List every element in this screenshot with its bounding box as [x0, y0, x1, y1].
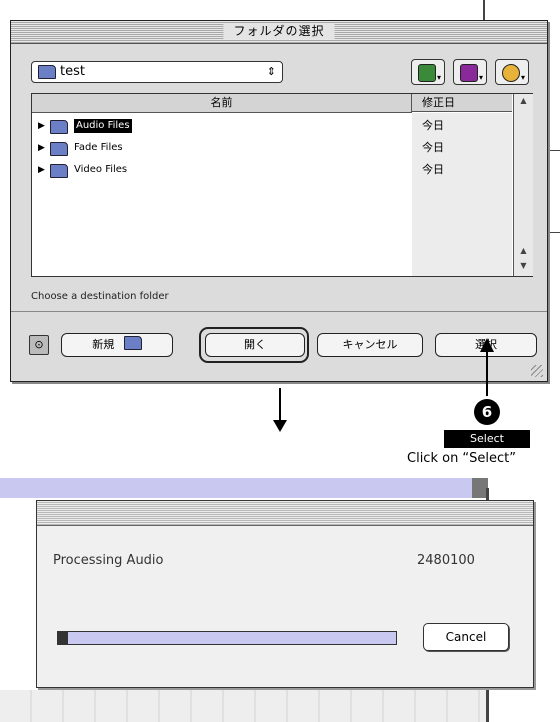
- location-value: test: [60, 64, 85, 79]
- chevron-down-icon: ▾: [520, 73, 525, 82]
- progress-fill: [58, 632, 68, 644]
- folder-icon: [50, 164, 68, 178]
- folder-icon: [38, 65, 56, 79]
- scroll-down-icon[interactable]: ▼: [514, 259, 533, 273]
- scroll-up-icon[interactable]: ▲: [514, 244, 533, 258]
- step-label: Select: [444, 430, 530, 448]
- folder-icon: [50, 120, 68, 134]
- popup-arrow-icon: ⇕: [266, 65, 276, 78]
- step-number: 6: [474, 399, 500, 425]
- background-window-band: [0, 478, 480, 498]
- open-button[interactable]: 開く: [205, 333, 305, 357]
- folder-icon: [123, 336, 142, 350]
- list-item-date: 今日: [422, 141, 444, 154]
- file-list: 名前 修正日 ▶ Audio Files 今日 ▶ Fade Files 今日 …: [31, 93, 533, 277]
- help-icon[interactable]: ⊙: [29, 335, 49, 355]
- disclosure-triangle-icon[interactable]: ▶: [38, 115, 45, 137]
- disclosure-triangle-icon[interactable]: ▶: [38, 137, 45, 159]
- list-item[interactable]: ▶ Video Files: [32, 159, 412, 181]
- list-item-date: 今日: [422, 119, 444, 132]
- instruction-text: Click on “Select”: [407, 451, 517, 466]
- scroll-up-icon[interactable]: ▲: [514, 94, 533, 108]
- dialog-title: フォルダの選択: [223, 23, 335, 39]
- new-folder-button[interactable]: 新規: [61, 333, 173, 357]
- pointer-arrow-icon: [480, 338, 494, 352]
- list-item-name: Video Files: [74, 164, 128, 175]
- desktop-button[interactable]: ▾: [411, 59, 445, 85]
- dialog-titlebar[interactable]: [37, 501, 533, 526]
- processing-dialog: Processing Audio 2480100 Cancel: [36, 500, 534, 688]
- column-header-name[interactable]: 名前: [32, 94, 412, 113]
- file-button[interactable]: ▾: [453, 59, 487, 85]
- down-arrow-icon: [279, 388, 281, 424]
- folder-select-dialog: フォルダの選択 test ⇕ ▾ ▾ ▾ 名前 修正日 ▶ Audio File…: [10, 20, 548, 382]
- column-header-date[interactable]: 修正日: [412, 94, 512, 112]
- file-icon: [460, 64, 478, 82]
- recent-button[interactable]: ▾: [495, 59, 529, 85]
- resize-grip-icon[interactable]: [531, 365, 543, 377]
- recent-icon: [502, 64, 520, 82]
- folder-icon: [50, 142, 68, 156]
- new-folder-label: 新規: [92, 338, 115, 351]
- background-line: [546, 150, 560, 151]
- progress-bar: [57, 631, 397, 645]
- processing-count: 2480100: [417, 553, 475, 568]
- list-item[interactable]: ▶ Audio Files: [32, 115, 412, 137]
- divider: [11, 311, 547, 312]
- down-arrow-icon: [273, 420, 287, 432]
- chevron-down-icon: ▾: [478, 73, 483, 82]
- cancel-button[interactable]: Cancel: [423, 623, 509, 651]
- list-item[interactable]: ▶ Fade Files: [32, 137, 412, 159]
- status-text: Choose a destination folder: [31, 291, 169, 302]
- chevron-down-icon: ▾: [436, 73, 441, 82]
- location-popup[interactable]: test ⇕: [31, 61, 283, 83]
- list-item-name: Fade Files: [74, 142, 123, 153]
- background-line: [546, 232, 560, 233]
- background-line: [483, 0, 485, 22]
- cancel-button[interactable]: キャンセル: [317, 333, 423, 357]
- list-item-name: Audio Files: [74, 119, 132, 133]
- list-item-date: 今日: [422, 163, 444, 176]
- processing-label: Processing Audio: [53, 553, 164, 568]
- pointer-arrow-icon: [486, 350, 488, 396]
- desktop-icon: [418, 64, 436, 82]
- background-window-stripe: [0, 690, 486, 722]
- vertical-scrollbar[interactable]: ▲ ▲ ▼: [513, 94, 533, 276]
- disclosure-triangle-icon[interactable]: ▶: [38, 159, 45, 181]
- dialog-titlebar[interactable]: フォルダの選択: [11, 21, 547, 44]
